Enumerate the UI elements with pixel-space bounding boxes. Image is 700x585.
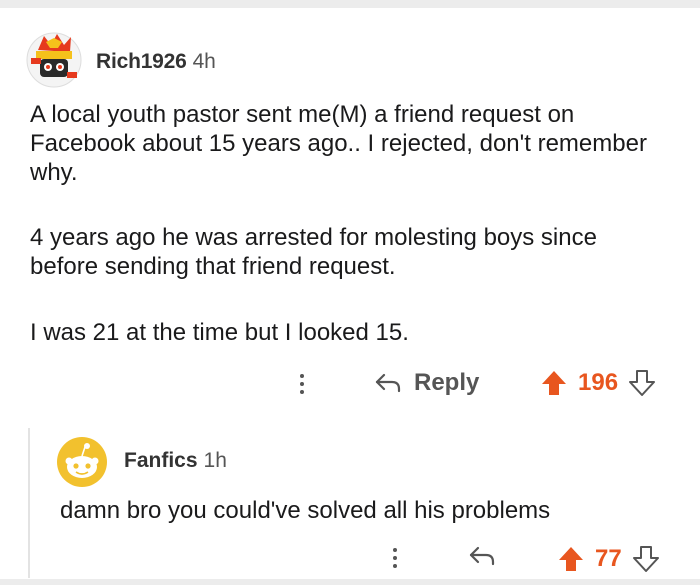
reply-actions: 77 <box>0 539 700 579</box>
comment-paragraph: I was 21 at the time but I looked 15. <box>30 319 409 346</box>
comment-header: Rich1926 4h <box>96 50 216 74</box>
reply-button[interactable]: Reply <box>374 369 479 397</box>
comment-paragraph: A local youth pastor sent me(M) a friend… <box>30 101 647 186</box>
reply-text: damn bro you could've solved all his pro… <box>60 497 551 524</box>
comment-paragraph: 4 years ago he was arrested for molestin… <box>30 224 597 280</box>
upvote-arrow-icon[interactable] <box>540 369 568 397</box>
comment-age: 4h <box>192 50 216 73</box>
reply-button[interactable] <box>468 545 496 567</box>
upvote-arrow-icon[interactable] <box>557 545 585 573</box>
reply-arrow-icon <box>375 373 401 393</box>
comment-thread: Rich1926 4h A local youth pastor sent me(… <box>0 0 700 585</box>
reply-header: Fanfics 1h <box>124 449 227 473</box>
vote-score: 77 <box>595 545 622 572</box>
vote-controls: 77 <box>557 545 660 573</box>
reply-age: 1h <box>203 449 227 472</box>
reply-arrow-icon <box>469 546 495 566</box>
reply-author[interactable]: Fanfics <box>124 449 198 472</box>
vote-controls: 196 <box>540 369 656 397</box>
user-avatar[interactable] <box>56 436 108 488</box>
comment-actions: Reply 196 <box>0 365 700 405</box>
user-avatar[interactable] <box>24 28 84 88</box>
downvote-arrow-icon[interactable] <box>632 545 660 573</box>
more-vertical-icon[interactable] <box>292 367 312 401</box>
more-vertical-icon[interactable] <box>385 541 405 575</box>
reply-label: Reply <box>414 369 480 396</box>
vote-score: 196 <box>578 369 619 396</box>
comment-author[interactable]: Rich1926 <box>96 50 187 73</box>
downvote-arrow-icon[interactable] <box>628 369 656 397</box>
